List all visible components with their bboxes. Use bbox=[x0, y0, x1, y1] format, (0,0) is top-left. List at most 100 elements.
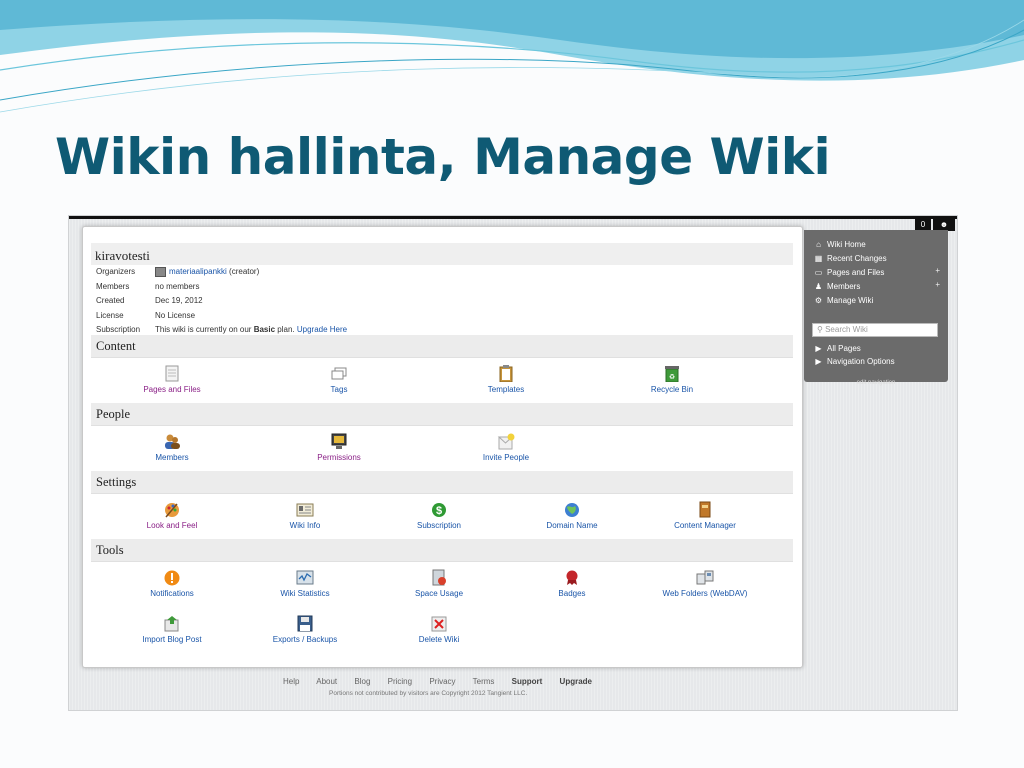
footer-about[interactable]: About bbox=[316, 677, 337, 686]
tool-label: Domain Name bbox=[546, 521, 598, 530]
nav-navigation-options[interactable]: ▶ Navigation Options bbox=[814, 355, 895, 367]
nav-manage-wiki[interactable]: ⚙ Manage Wiki bbox=[814, 294, 873, 306]
tool-subscription[interactable]: $ Subscription bbox=[384, 501, 494, 530]
triangle-right-icon: ▶ bbox=[815, 356, 822, 366]
dollar-icon: $ bbox=[432, 503, 446, 517]
calendar-icon: ▦ bbox=[814, 253, 823, 263]
info-value: Dec 19, 2012 bbox=[155, 296, 203, 305]
info-key: License bbox=[96, 310, 124, 320]
tool-label: Notifications bbox=[150, 589, 194, 598]
tool-label: Recycle Bin bbox=[650, 385, 694, 394]
plan-name: Basic bbox=[253, 325, 276, 334]
nav-label: Wiki Home bbox=[827, 239, 866, 249]
info-value: no members bbox=[155, 281, 200, 291]
tool-recycle-bin[interactable]: ♻ Recycle Bin bbox=[617, 365, 727, 394]
info-key: Organizers bbox=[96, 267, 136, 276]
tool-look-and-feel[interactable]: Look and Feel bbox=[117, 501, 227, 530]
copyright-text: Portions not contributed by visitors are… bbox=[329, 690, 528, 697]
subscription-text-end: plan. bbox=[275, 325, 297, 334]
tool-members[interactable]: Members bbox=[117, 433, 227, 462]
subscription-text: This wiki is currently on our bbox=[155, 325, 254, 334]
search-icon: ⚲ bbox=[817, 325, 823, 334]
footer-support[interactable]: Support bbox=[512, 677, 543, 686]
info-value: No License bbox=[155, 310, 196, 320]
footer-blog[interactable]: Blog bbox=[354, 677, 370, 686]
tool-space-usage[interactable]: Space Usage bbox=[384, 569, 494, 598]
tool-web-folders[interactable]: Web Folders (WebDAV) bbox=[650, 569, 760, 598]
footer-upgrade[interactable]: Upgrade bbox=[560, 677, 592, 686]
footer-pricing[interactable]: Pricing bbox=[388, 677, 412, 686]
organizer-link[interactable]: materiaalipankki bbox=[169, 267, 227, 276]
tool-label: Look and Feel bbox=[146, 521, 198, 530]
palette-icon bbox=[165, 503, 179, 518]
wave-decoration bbox=[0, 0, 1024, 113]
section-content: Content bbox=[91, 335, 793, 358]
tool-badges[interactable]: Badges bbox=[517, 569, 627, 598]
side-navigation: ⌂ Wiki Home ▦ Recent Changes ▭ Pages and Fi… bbox=[804, 230, 948, 386]
clipboard-icon bbox=[499, 365, 513, 382]
tool-permissions[interactable]: Permissions bbox=[284, 433, 394, 462]
tool-wiki-info[interactable]: Wiki Info bbox=[250, 501, 360, 530]
section-title: Content bbox=[96, 339, 136, 353]
info-row-organizers: Organizers materiaalipankki (creator) bbox=[96, 267, 347, 282]
tool-notifications[interactable]: Notifications bbox=[117, 569, 227, 598]
tool-content-manager[interactable]: Content Manager bbox=[650, 501, 760, 530]
tool-label: Invite People bbox=[482, 453, 530, 462]
alert-icon bbox=[164, 570, 180, 586]
import-icon bbox=[164, 616, 179, 632]
tool-exports-backups[interactable]: Exports / Backups bbox=[250, 615, 360, 644]
nav-label: Members bbox=[827, 281, 861, 291]
floppy-icon bbox=[297, 615, 313, 632]
tool-label: Wiki Statistics bbox=[280, 589, 330, 598]
upgrade-link[interactable]: Upgrade Here bbox=[297, 325, 347, 334]
search-placeholder: Search Wiki bbox=[825, 325, 868, 334]
add-member-icon[interactable]: + bbox=[935, 280, 940, 289]
wiki-screenshot: 0 ☻ kiravotesti Organizers materiaalipan… bbox=[68, 215, 958, 711]
search-input[interactable]: ⚲ Search Wiki bbox=[812, 323, 938, 337]
tool-wiki-statistics[interactable]: Wiki Statistics bbox=[250, 569, 360, 598]
info-row-members: Members no members bbox=[96, 282, 347, 297]
tool-label: Import Blog Post bbox=[142, 635, 202, 644]
edit-navigation-link[interactable]: edit navigation bbox=[804, 380, 948, 386]
nav-all-pages[interactable]: ▶ All Pages bbox=[814, 342, 861, 354]
section-settings: Settings bbox=[91, 471, 793, 494]
tool-tags[interactable]: Tags bbox=[284, 365, 394, 394]
tool-invite-people[interactable]: Invite People bbox=[451, 433, 561, 462]
footer-terms[interactable]: Terms bbox=[473, 677, 495, 686]
tool-label: Delete Wiki bbox=[418, 635, 460, 644]
tool-delete-wiki[interactable]: Delete Wiki bbox=[384, 615, 494, 644]
manage-wiki-panel: kiravotesti Organizers materiaalipankki … bbox=[82, 226, 803, 668]
nav-label: All Pages bbox=[827, 343, 861, 353]
tool-pages-and-files[interactable]: Pages and Files bbox=[117, 365, 227, 394]
nav-members[interactable]: ♟ Members bbox=[814, 280, 860, 292]
footer-privacy[interactable]: Privacy bbox=[429, 677, 455, 686]
nav-label: Recent Changes bbox=[827, 253, 887, 263]
footer-links: Help About Blog Pricing Privacy Terms Su… bbox=[283, 677, 607, 686]
section-tools: Tools bbox=[91, 539, 793, 562]
nav-label: Navigation Options bbox=[827, 356, 895, 366]
invite-icon bbox=[497, 433, 515, 450]
top-bar bbox=[69, 216, 957, 219]
info-key: Members bbox=[96, 281, 130, 291]
organizer-role: (creator) bbox=[226, 267, 260, 277]
folder-icon: ▭ bbox=[814, 267, 823, 277]
members-icon: ♟ bbox=[814, 281, 823, 291]
wiki-name: kiravotesti bbox=[95, 248, 150, 263]
tool-label: Content Manager bbox=[674, 521, 736, 530]
tool-templates[interactable]: Templates bbox=[451, 365, 561, 394]
add-page-icon[interactable]: + bbox=[935, 266, 940, 275]
triangle-right-icon: ▶ bbox=[815, 343, 822, 353]
svg-text:♻: ♻ bbox=[669, 374, 675, 381]
tool-label: Members bbox=[155, 453, 189, 462]
disk-usage-icon bbox=[432, 569, 446, 586]
section-people: People bbox=[91, 403, 793, 426]
nav-wiki-home[interactable]: ⌂ Wiki Home bbox=[814, 238, 866, 250]
nav-recent-changes[interactable]: ▦ Recent Changes bbox=[814, 252, 887, 264]
statistics-icon bbox=[296, 570, 314, 585]
tool-import-blog-post[interactable]: Import Blog Post bbox=[117, 615, 227, 644]
footer-help[interactable]: Help bbox=[283, 677, 299, 686]
tool-domain-name[interactable]: Domain Name bbox=[517, 501, 627, 530]
nav-pages-and-files[interactable]: ▭ Pages and Files bbox=[814, 266, 885, 278]
recycle-bin-icon: ♻ bbox=[665, 366, 679, 382]
slide-title: Wikin hallinta, Manage Wiki bbox=[55, 128, 831, 186]
